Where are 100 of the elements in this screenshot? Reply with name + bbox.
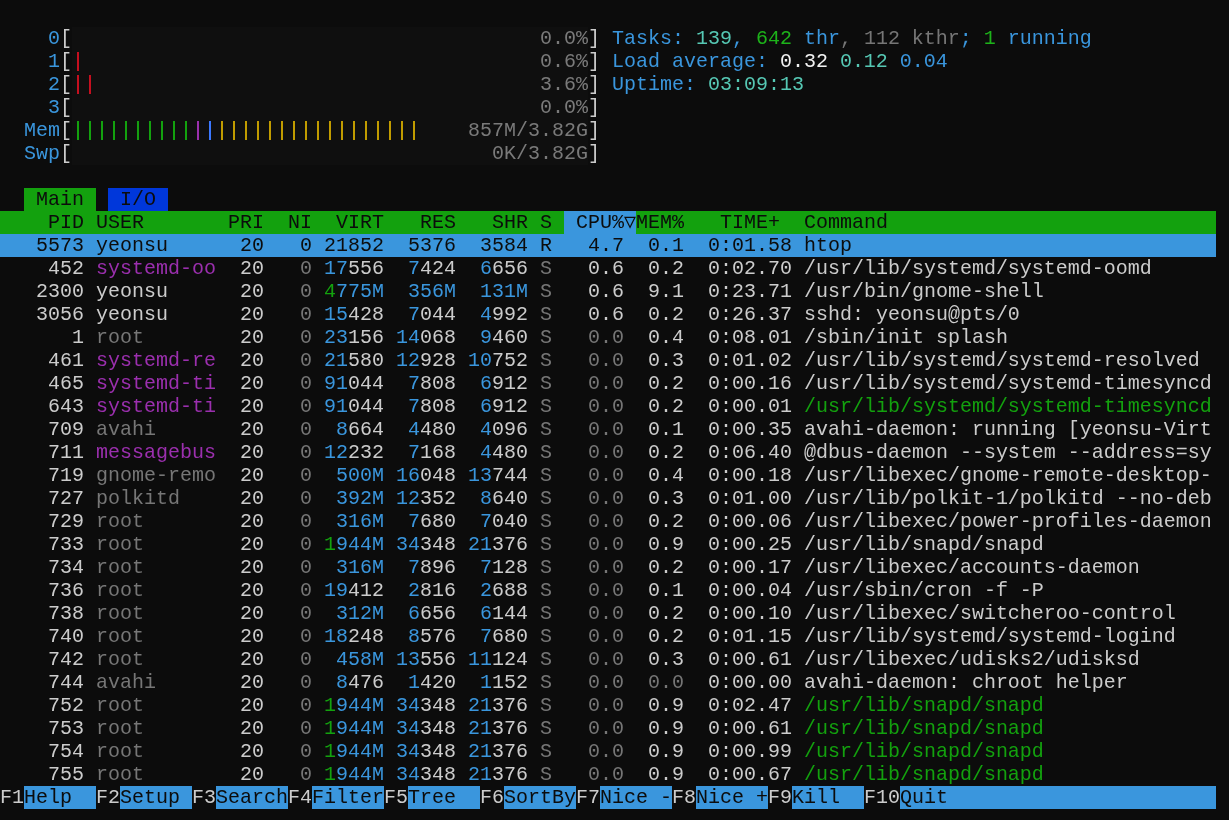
shared-memory-cell-text: 21376 xyxy=(467,694,528,717)
cpu-time-cell-text: 0:00.01 xyxy=(707,395,792,418)
virtual-memory-cell-text: 23156 xyxy=(323,326,384,349)
meter-bracket: ] xyxy=(588,96,600,119)
priority-cell-text: 20 xyxy=(239,602,264,625)
nice-cell-text: 0 xyxy=(299,671,312,694)
process-row[interactable]: 643 systemd-ti 20 0 91044 7808 6912 S 0.0 0.2 0:00.01 /usr/lib/systemd/systemd-timesyncd xyxy=(0,395,1216,418)
process-row[interactable]: 740 root 20 0 18248 8576 7680 S 0.0 0.2 0:01.15 /usr/lib/systemd/systemd-logind xyxy=(0,625,1216,648)
process-row[interactable]: 711 messagebus 20 0 12232 7168 4480 S 0.0 0.2 0:06.40 @dbus-daemon --system --address=sy xyxy=(0,441,1216,464)
user-cell-text: root xyxy=(95,717,145,740)
memory-percent-cell-text: 0.9 xyxy=(647,740,684,763)
virtual-memory-cell-text: 19412 xyxy=(323,579,384,602)
function-key-button[interactable]: Filter xyxy=(312,786,384,809)
shared-memory-cell-text: 7128 xyxy=(479,556,528,579)
function-key-button[interactable]: Nice - xyxy=(600,786,672,809)
virtual-memory-cell-text: 21852 xyxy=(323,234,384,257)
user-cell-text: yeonsu xyxy=(95,280,169,303)
process-row[interactable]: 736 root 20 0 19412 2816 2688 S 0.0 0.1 0:00.04 /usr/sbin/cron -f -P xyxy=(0,579,1216,602)
cpu-time-cell-text: 0:01.00 xyxy=(707,487,792,510)
function-key-button[interactable]: Setup xyxy=(120,786,192,809)
process-row[interactable]: 461 systemd-re 20 0 21580 12928 10752 S 0.0 0.3 0:01.02 /usr/lib/systemd/systemd-resolved xyxy=(0,349,1216,372)
virtual-memory-cell-text: 316M xyxy=(335,556,384,579)
cpu-percent-cell-text: 0.0 xyxy=(587,326,625,349)
user-cell-text: root xyxy=(95,579,145,602)
process-row[interactable]: 753 root 20 0 1944M 34348 21376 S 0.0 0.9 0:00.61 /usr/lib/snapd/snapd xyxy=(0,717,1216,740)
pid-cell-text: 729 xyxy=(47,510,84,533)
process-row[interactable]: 733 root 20 0 1944M 34348 21376 S 0.0 0.9 0:00.25 /usr/lib/snapd/snapd xyxy=(0,533,1216,556)
state-cell-text: S xyxy=(539,671,553,694)
process-row[interactable]: 752 root 20 0 1944M 34348 21376 S 0.0 0.9 0:02.47 /usr/lib/snapd/snapd xyxy=(0,694,1216,717)
column-header[interactable]: USER xyxy=(84,211,216,234)
process-row[interactable]: 738 root 20 0 312M 6656 6144 S 0.0 0.2 0:00.10 /usr/libexec/switcheroo-control xyxy=(0,602,1216,625)
function-key-button[interactable]: Tree xyxy=(408,786,480,809)
column-header[interactable]: Command xyxy=(792,211,1216,234)
state-cell-text: S xyxy=(539,556,553,579)
state-cell-text: R xyxy=(539,234,553,257)
column-header[interactable]: MEM% xyxy=(636,211,684,234)
meter-bracket: ] xyxy=(588,142,600,165)
function-key-button[interactable]: SortBy xyxy=(504,786,576,809)
function-key-button[interactable]: Search xyxy=(216,786,288,809)
column-header[interactable]: PRI xyxy=(216,211,264,234)
user-cell-text: root xyxy=(95,326,145,349)
nice-cell-text: 0 xyxy=(299,372,312,395)
state-cell-text: S xyxy=(539,464,553,487)
command-cell-text: /usr/lib/systemd/systemd-timesyncd xyxy=(803,395,1213,418)
process-row[interactable]: 465 systemd-ti 20 0 91044 7808 6912 S 0.0 0.2 0:00.16 /usr/lib/systemd/systemd-timesyncd xyxy=(0,372,1216,395)
shared-memory-cell-text: 21376 xyxy=(467,533,528,556)
process-row[interactable]: 744 avahi 20 0 8476 1420 1152 S 0.0 0.0 0:00.00 avahi-daemon: chroot helper xyxy=(0,671,1216,694)
memory-percent-cell-text: 0.2 xyxy=(647,510,684,533)
user-cell-text: yeonsu xyxy=(95,303,169,326)
state-cell-text: S xyxy=(539,326,553,349)
function-key-button[interactable]: Kill xyxy=(792,786,864,809)
cpu-time-cell-text: 0:00.06 xyxy=(707,510,792,533)
function-key-button[interactable]: Quit xyxy=(900,786,1216,809)
column-header[interactable]: TIME+ xyxy=(684,211,792,234)
user-cell-text: root xyxy=(95,510,145,533)
process-row[interactable]: 5573 yeonsu 20 0 21852 5376 3584 R 4.7 0.1 0:01.58 htop xyxy=(0,234,1216,257)
memory-reading: 857M/3.82G xyxy=(468,119,588,142)
resident-memory-cell-text: 356M xyxy=(407,280,456,303)
pid-cell-text: 734 xyxy=(47,556,84,579)
shared-memory-cell-text: 11124 xyxy=(467,648,528,671)
process-row[interactable]: 1 root 20 0 23156 14068 9460 S 0.0 0.4 0:08.01 /sbin/init splash xyxy=(0,326,1216,349)
process-row[interactable]: 719 gnome-remo 20 0 500M 16048 13744 S 0.0 0.4 0:00.18 /usr/libexec/gnome-remote-desktop- xyxy=(0,464,1216,487)
column-header[interactable]: S xyxy=(528,211,564,234)
column-header[interactable]: VIRT xyxy=(312,211,384,234)
cpu-time-cell-text: 0:00.17 xyxy=(707,556,792,579)
memory-percent-cell-text: 0.9 xyxy=(647,763,684,786)
memory-percent-cell-text: 0.3 xyxy=(647,648,684,671)
function-key-button[interactable]: Nice + xyxy=(696,786,768,809)
meter-bracket: [ xyxy=(60,142,72,165)
shared-memory-cell-text: 21376 xyxy=(467,740,528,763)
shortcut-key: F7 xyxy=(576,786,600,809)
process-row[interactable]: 729 root 20 0 316M 7680 7040 S 0.0 0.2 0:00.06 /usr/libexec/power-profiles-daemon xyxy=(0,510,1216,533)
state-cell-text: S xyxy=(539,510,553,533)
function-key-button[interactable]: Help xyxy=(24,786,96,809)
process-row[interactable]: 2300 yeonsu 20 0 4775M 356M 131M S 0.6 9.1 0:23.71 /usr/bin/gnome-shell xyxy=(0,280,1216,303)
process-row[interactable]: 742 root 20 0 458M 13556 11124 S 0.0 0.3 0:00.61 /usr/libexec/udisks2/udisksd xyxy=(0,648,1216,671)
pid-cell-text: 465 xyxy=(47,372,84,395)
process-row[interactable]: 452 systemd-oo 20 0 17556 7424 6656 S 0.6 0.2 0:02.70 /usr/lib/systemd/systemd-oomd xyxy=(0,257,1216,280)
cpu-percent-cell-text: 4.7 xyxy=(587,234,625,257)
view-tab[interactable]: Main xyxy=(24,188,96,211)
column-header[interactable]: PID xyxy=(0,211,84,234)
nice-cell-text: 0 xyxy=(299,303,312,326)
shared-memory-cell-text: 131M xyxy=(479,280,528,303)
process-row[interactable]: 755 root 20 0 1944M 34348 21376 S 0.0 0.9 0:00.67 /usr/lib/snapd/snapd xyxy=(0,763,1216,786)
process-row[interactable]: 3056 yeonsu 20 0 15428 7044 4992 S 0.6 0.2 0:26.37 sshd: yeonsu@pts/0 xyxy=(0,303,1216,326)
resident-memory-cell-text: 6656 xyxy=(407,602,456,625)
priority-cell-text: 20 xyxy=(239,464,264,487)
cpu-time-cell-text: 0:00.18 xyxy=(707,464,792,487)
memory-percent-cell-text: 0.4 xyxy=(647,326,684,349)
process-row[interactable]: 709 avahi 20 0 8664 4480 4096 S 0.0 0.1 0:00.35 avahi-daemon: running [yeonsu-Virt xyxy=(0,418,1216,441)
state-cell-text: S xyxy=(539,395,553,418)
column-header[interactable]: SHR xyxy=(456,211,528,234)
virtual-memory-cell-text: 12232 xyxy=(323,441,384,464)
column-header[interactable]: RES xyxy=(384,211,456,234)
process-row[interactable]: 754 root 20 0 1944M 34348 21376 S 0.0 0.9 0:00.99 /usr/lib/snapd/snapd xyxy=(0,740,1216,763)
process-row[interactable]: 734 root 20 0 316M 7896 7128 S 0.0 0.2 0:00.17 /usr/libexec/accounts-daemon xyxy=(0,556,1216,579)
column-header[interactable]: CPU%▽ xyxy=(564,211,636,234)
process-row[interactable]: 727 polkitd 20 0 392M 12352 8640 S 0.0 0.3 0:01.00 /usr/lib/polkit-1/polkitd --no-deb xyxy=(0,487,1216,510)
nice-cell-text: 0 xyxy=(299,234,312,257)
column-header[interactable]: NI xyxy=(264,211,312,234)
